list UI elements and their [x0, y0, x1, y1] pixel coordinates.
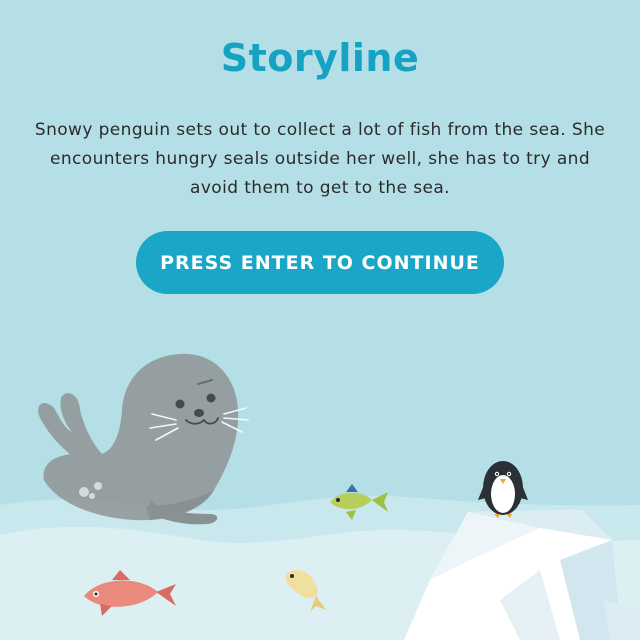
game-screen: Storyline Snowy penguin sets out to coll…	[0, 0, 640, 640]
game-scene	[0, 353, 640, 640]
seal-character	[38, 353, 249, 525]
